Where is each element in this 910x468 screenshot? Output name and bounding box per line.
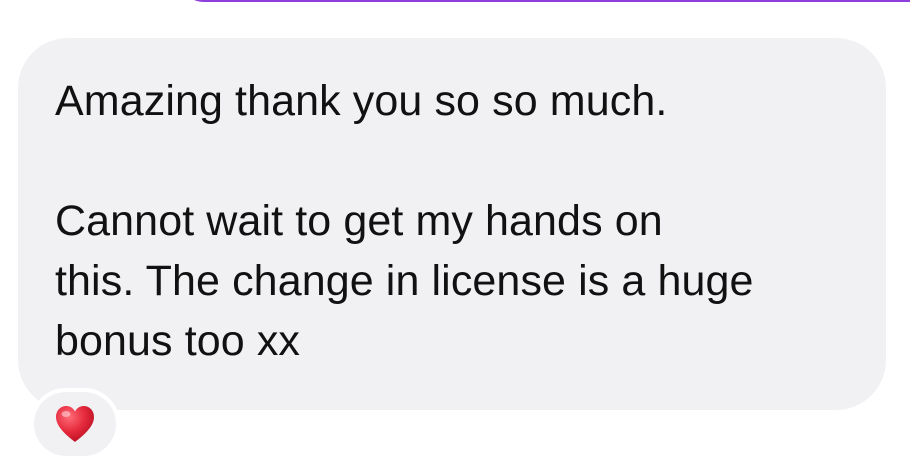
message-paragraph-1: Amazing thank you so so much.: [55, 77, 668, 125]
message-text: Amazing thank you so so much. Cannot wai…: [55, 71, 865, 371]
previous-message-bubble-edge: [178, 0, 910, 2]
message-bubble[interactable]: Amazing thank you so so much. Cannot wai…: [18, 38, 886, 410]
message-paragraph-2-line-2: this. The change in license is a huge: [55, 257, 754, 305]
message-paragraph-2-line-1: Cannot wait to get my hands on: [55, 197, 663, 245]
heart-icon: [56, 406, 94, 442]
reaction-badge[interactable]: [30, 388, 120, 460]
message-paragraph-2-line-3: bonus too xx: [55, 317, 301, 365]
